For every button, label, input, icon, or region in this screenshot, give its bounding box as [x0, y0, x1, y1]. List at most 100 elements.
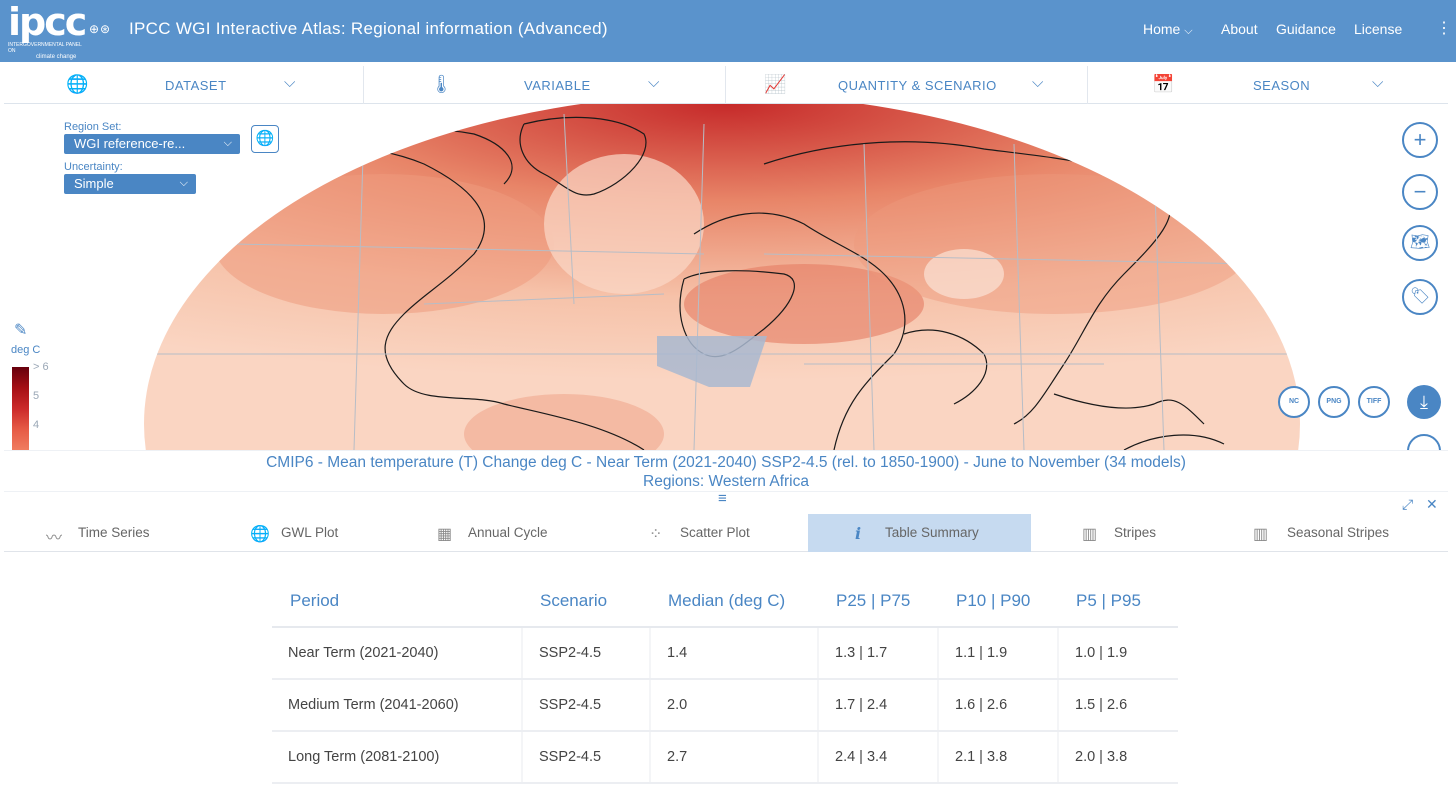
cell-p5-p95: 1.0 | 1.9	[1058, 627, 1178, 680]
tab-seasonal-stripes[interactable]: ▥ Seasonal Stripes	[1221, 514, 1448, 552]
region-globe-button[interactable]: 🌐	[251, 125, 279, 153]
cell-p25-p75: 1.3 | 1.7	[818, 627, 939, 680]
chevron-down-icon: ⌵	[284, 74, 296, 91]
download-button[interactable]: ⤓	[1407, 385, 1441, 419]
cell-p5-p95: 1.5 | 2.6	[1058, 679, 1178, 732]
logo-subtext-2: climate change	[36, 54, 77, 60]
header-p5-p95[interactable]: P5 | P95	[1058, 575, 1178, 628]
map-layers-button[interactable]: 🗺	[1402, 225, 1438, 261]
cell-median: 2.7	[650, 731, 819, 784]
app-header: ipcc INTERGOVERNMENTAL PANEL ON climate …	[0, 0, 1456, 62]
tab-scatter-plot[interactable]: ⁘ Scatter Plot	[624, 514, 808, 552]
table-header-row: Period Scenario Median (deg C) P25 | P75…	[272, 575, 1178, 628]
cell-p10-p90: 1.6 | 2.6	[938, 679, 1059, 732]
time-series-icon: 〰	[46, 530, 63, 547]
tab-label: Seasonal Stripes	[1287, 525, 1390, 540]
close-icon[interactable]: ✕	[1426, 496, 1438, 513]
barcode-icon: ▥	[1082, 526, 1098, 543]
chevron-down-icon: ⌵	[179, 177, 188, 189]
cell-period: Medium Term (2041-2060)	[272, 679, 523, 732]
legend-unit: deg C	[11, 344, 41, 356]
tab-stripes[interactable]: ▥ Stripes	[1031, 514, 1221, 552]
tab-label: Stripes	[1114, 525, 1157, 540]
cell-scenario: SSP2-4.5	[522, 627, 651, 680]
legend-tick: > 6	[33, 361, 49, 373]
app-title: IPCC WGI Interactive Atlas: Regional inf…	[129, 19, 608, 38]
header-p25-p75[interactable]: P25 | P75	[818, 575, 938, 628]
season-selector[interactable]: 📅 SEASON ⌵	[1088, 66, 1448, 104]
edit-legend-icon[interactable]: ✎	[14, 320, 27, 340]
cell-period: Long Term (2081-2100)	[272, 731, 523, 784]
legend-tick: 5	[33, 390, 40, 402]
table-row: Medium Term (2041-2060) SSP2-4.5 2.0 1.7…	[272, 679, 1178, 732]
chevron-down-icon: ⌵	[223, 137, 232, 149]
uncertainty-select[interactable]: Simple ⌵	[64, 174, 196, 194]
nav-home-label: Home	[1143, 21, 1181, 37]
logo-text: ipcc	[8, 0, 87, 44]
header-p10-p90[interactable]: P10 | P90	[938, 575, 1058, 628]
expand-icon[interactable]: ⤢	[1402, 496, 1413, 513]
map-pin-icon: 🗺	[1409, 234, 1431, 251]
globe-icon: 🌐	[250, 526, 270, 543]
zoom-out-button[interactable]: −	[1402, 174, 1438, 210]
chevron-down-icon: ⌵	[1184, 25, 1193, 37]
season-label: SEASON	[1253, 78, 1311, 93]
download-tiff-button[interactable]: TIFF	[1358, 386, 1390, 418]
ipcc-logo[interactable]: ipcc INTERGOVERNMENTAL PANEL ON climate …	[8, 0, 87, 60]
caption-line-2: Regions: Western Africa	[643, 473, 809, 490]
partner-logos-icon: ⊕⊛	[89, 22, 112, 36]
globe-icon: 🌐	[255, 130, 275, 147]
selector-bar: 🌐 DATASET ⌵ 🌡 VARIABLE ⌵ 📈 QUANTITY & SC…	[4, 66, 1448, 104]
tag-button[interactable]: 🏷	[1402, 279, 1438, 315]
map-caption: CMIP6 - Mean temperature (T) Change deg …	[4, 450, 1448, 492]
cell-median: 1.4	[650, 627, 819, 680]
cell-p10-p90: 2.1 | 3.8	[938, 731, 1059, 784]
nav-home[interactable]: Home ⌵	[1143, 21, 1193, 38]
cell-scenario: SSP2-4.5	[522, 731, 651, 784]
chevron-down-icon: ⌵	[1372, 74, 1384, 91]
quantity-scenario-label: QUANTITY & SCENARIO	[838, 78, 997, 93]
cell-p5-p95: 2.0 | 3.8	[1058, 731, 1178, 784]
more-icon[interactable]: ⋮	[1436, 18, 1452, 38]
region-set-select[interactable]: WGI reference-re... ⌵	[64, 134, 240, 154]
uncertainty-value: Simple	[74, 176, 114, 191]
quantity-scenario-selector[interactable]: 📈 QUANTITY & SCENARIO ⌵	[726, 66, 1088, 104]
drag-handle-icon[interactable]: ≡	[718, 491, 727, 506]
zoom-in-button[interactable]: +	[1402, 122, 1438, 158]
table-row: Near Term (2021-2040) SSP2-4.5 1.4 1.3 |…	[272, 627, 1178, 680]
chevron-down-icon: ⌵	[1032, 74, 1044, 91]
tab-label: Time Series	[78, 525, 150, 540]
table-row: Long Term (2081-2100) SSP2-4.5 2.7 2.4 |…	[272, 731, 1178, 784]
scatter-icon: ⁘	[649, 526, 663, 543]
cell-p25-p75: 1.7 | 2.4	[818, 679, 939, 732]
nav-license[interactable]: License	[1354, 21, 1402, 37]
nav-about[interactable]: About	[1221, 21, 1258, 37]
region-set-label: Region Set:	[64, 121, 122, 133]
tab-time-series[interactable]: 〰 Time Series	[4, 514, 222, 552]
tab-label: GWL Plot	[281, 525, 339, 540]
globe-icon: 🌐	[66, 74, 89, 94]
summary-table: Period Scenario Median (deg C) P25 | P75…	[272, 575, 1178, 784]
download-icon: ⤓	[1420, 392, 1428, 412]
tab-table-summary[interactable]: i Table Summary	[808, 514, 1031, 552]
map-area[interactable]: Region Set: WGI reference-re... ⌵ 🌐 Unce…	[4, 104, 1448, 450]
info-icon: i	[855, 524, 862, 543]
download-nc-button[interactable]: NC	[1278, 386, 1310, 418]
download-png-button[interactable]: PNG	[1318, 386, 1350, 418]
dataset-label: DATASET	[165, 78, 227, 93]
cell-period: Near Term (2021-2040)	[272, 627, 523, 680]
header-period[interactable]: Period	[272, 575, 522, 628]
nav-guidance[interactable]: Guidance	[1276, 21, 1336, 37]
tab-annual-cycle[interactable]: ▦ Annual Cycle	[412, 514, 624, 552]
tab-gwl-plot[interactable]: 🌐 GWL Plot	[222, 514, 412, 552]
dataset-selector[interactable]: 🌐 DATASET ⌵	[4, 66, 364, 104]
region-set-value: WGI reference-re...	[74, 136, 186, 151]
header-median[interactable]: Median (deg C)	[650, 575, 818, 628]
map-globe	[144, 104, 1300, 450]
plus-icon: +	[1413, 127, 1427, 152]
caption-line-1: CMIP6 - Mean temperature (T) Change deg …	[266, 454, 1186, 471]
variable-label: VARIABLE	[524, 78, 591, 93]
variable-selector[interactable]: 🌡 VARIABLE ⌵	[364, 66, 726, 104]
header-scenario[interactable]: Scenario	[522, 575, 650, 628]
world-map[interactable]	[4, 104, 1448, 450]
